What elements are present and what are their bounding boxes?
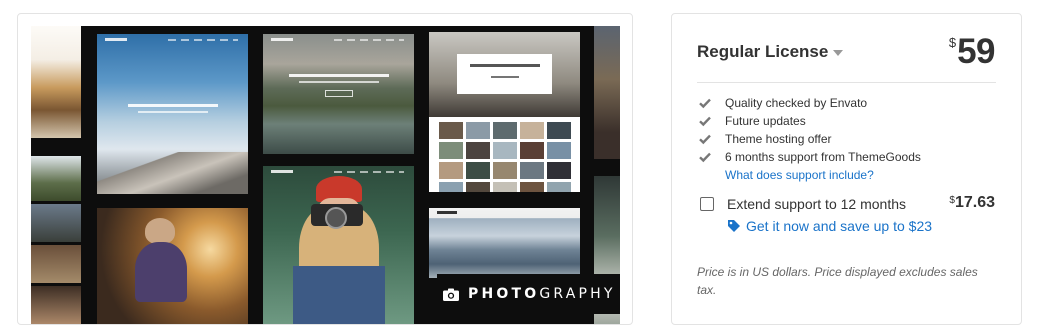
checkmark-icon: [699, 134, 711, 145]
license-title: Regular License: [697, 42, 829, 61]
price-currency: $: [948, 35, 957, 50]
preview-tile-gallery: [429, 32, 580, 192]
price-note: Price is in US dollars. Price displayed …: [697, 265, 978, 297]
logo-wordmark: PHOTOGRAPHY: [468, 286, 616, 302]
extend-support-label[interactable]: Extend support to 12 months: [727, 196, 906, 212]
preview-tile-photographer: [263, 166, 414, 324]
checkmark-icon: [699, 98, 711, 109]
preview-tile-right-top: [594, 26, 620, 159]
feature-item: Future updates: [699, 112, 921, 130]
theme-preview-image[interactable]: PHOTOGRAPHY: [31, 26, 620, 324]
preview-tile-left-mid2: [31, 204, 81, 242]
feature-item: Theme hosting offer: [699, 130, 921, 148]
feature-list: Quality checked by Envato Future updates…: [699, 94, 921, 166]
divider: [697, 82, 996, 83]
feature-item: Quality checked by Envato: [699, 94, 921, 112]
extend-support-price: $17.63: [949, 194, 995, 212]
preview-tile-left-mid: [31, 156, 81, 201]
extend-support-checkbox[interactable]: [700, 197, 714, 211]
preview-tile-autumn: [97, 208, 248, 324]
feature-label: 6 months support from ThemeGoods: [725, 150, 921, 164]
checkmark-icon: [699, 152, 711, 163]
extend-support-option[interactable]: Extend support to 12 months: [700, 196, 906, 212]
price: $59: [948, 32, 996, 72]
feature-label: Future updates: [725, 114, 806, 128]
feature-item: 6 months support from ThemeGoods: [699, 148, 921, 166]
chevron-down-icon: [833, 49, 844, 56]
promo-link[interactable]: Get it now and save up to $23: [727, 218, 932, 234]
license-selector[interactable]: Regular License: [697, 42, 844, 62]
purchase-card: Regular License $59 Quality checked by E…: [671, 13, 1022, 325]
preview-tile-blue-mountains: [429, 208, 580, 278]
preview-tile-mountain: [97, 34, 248, 194]
promo-text[interactable]: Get it now and save up to $23: [746, 218, 932, 234]
price-amount: 59: [957, 32, 995, 71]
feature-label: Quality checked by Envato: [725, 96, 868, 110]
camera-icon: [443, 288, 459, 301]
preview-tile-left-top: [31, 26, 81, 138]
preview-tile-lake: [263, 34, 414, 154]
photography-logo: PHOTOGRAPHY: [437, 274, 620, 314]
support-info-link[interactable]: What does support include?: [725, 168, 874, 182]
extend-price-currency: $: [949, 195, 955, 206]
extend-price-amount: 17.63: [954, 194, 995, 211]
tag-icon: [728, 220, 740, 232]
preview-card: PHOTOGRAPHY: [17, 13, 633, 325]
preview-tile-left-bottom: [31, 245, 81, 283]
preview-tile-left-bottom2: [31, 286, 81, 324]
checkmark-icon: [699, 116, 711, 127]
feature-label: Theme hosting offer: [725, 132, 832, 146]
